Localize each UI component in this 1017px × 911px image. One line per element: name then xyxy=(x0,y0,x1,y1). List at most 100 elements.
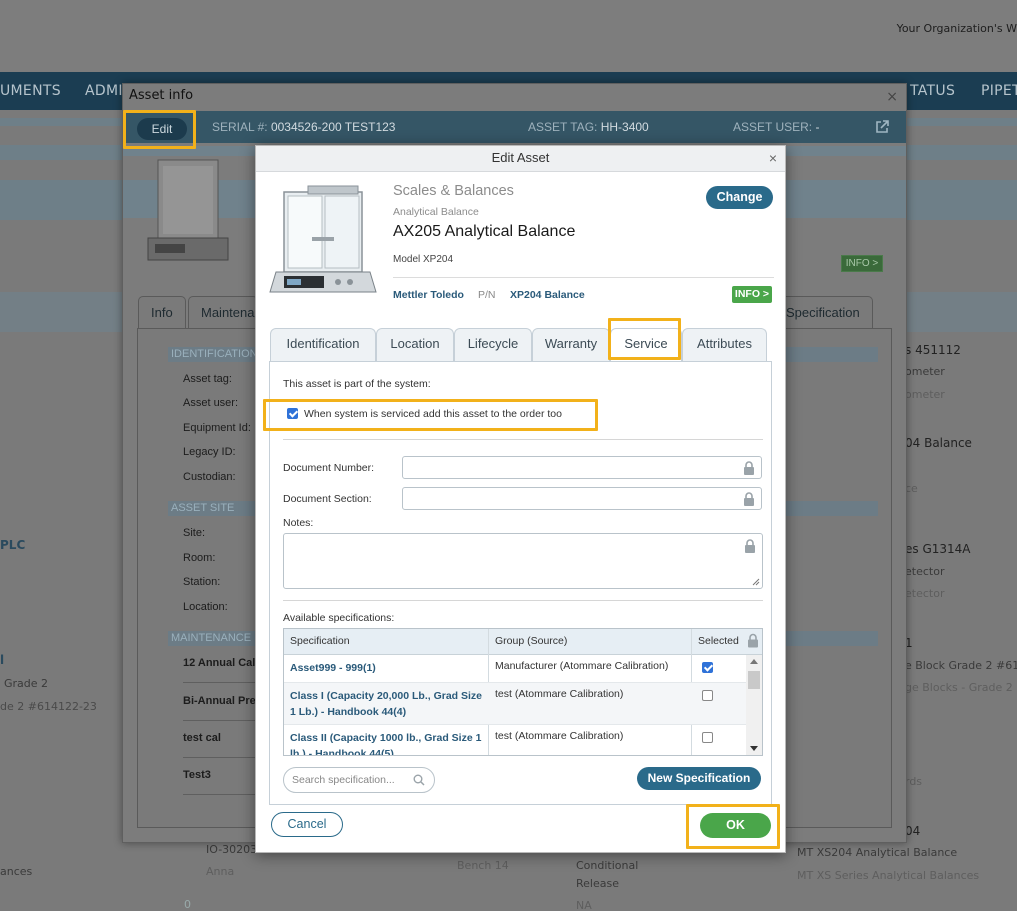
section-header-right xyxy=(786,501,878,516)
document-section-input[interactable] xyxy=(402,487,762,510)
bg-right-text: MT XS204 Analytical Balance xyxy=(797,846,958,859)
divider xyxy=(393,277,774,278)
asset-field-label: Equipment Id: xyxy=(183,422,251,434)
tab-info[interactable]: Info xyxy=(138,296,186,329)
section-header-right xyxy=(786,347,878,362)
asset-field-label: Site: xyxy=(183,527,206,539)
asset-tag: ASSET TAG: HH-3400 xyxy=(528,120,649,134)
resize-handle-icon[interactable] xyxy=(752,578,760,586)
cancel-button[interactable]: Cancel xyxy=(271,812,343,837)
bg-right-text: MT XS Series Analytical Balances xyxy=(797,869,980,882)
search-specification-input[interactable]: Search specification... xyxy=(283,767,435,793)
bg-right-text: ometer xyxy=(905,388,945,401)
dialog-title: Edit Asset × xyxy=(256,146,785,172)
section-identification: IDENTIFICATION xyxy=(168,347,268,362)
service-order-checkbox[interactable] xyxy=(287,408,298,419)
edit-asset-dialog: Edit Asset × Scales & Balances Analytica… xyxy=(255,145,786,853)
bg-right-text: rds xyxy=(905,775,923,788)
bg-left-text: Grade 2 xyxy=(4,677,49,690)
table-row[interactable]: Class I (Capacity 20,000 Lb., Grad Size … xyxy=(284,683,746,725)
manufacturer-link[interactable]: Mettler Toledo xyxy=(393,289,464,301)
specification-name[interactable]: Asset999 - 999(1) xyxy=(290,660,486,676)
product-name: AX205 Analytical Balance xyxy=(393,223,576,240)
document-section-label: Document Section: xyxy=(283,493,372,505)
notes-textarea[interactable] xyxy=(283,533,763,589)
asset-field-label: Legacy ID: xyxy=(183,446,236,458)
ok-button[interactable]: OK xyxy=(700,813,771,838)
bg-right-text: etector xyxy=(905,587,945,600)
column-header-group[interactable]: Group (Source) xyxy=(495,635,567,647)
bg-right-text: es G1314A xyxy=(905,542,971,556)
specification-selected-checkbox[interactable] xyxy=(702,690,713,701)
nav-item-pipettes[interactable]: PIPET xyxy=(981,83,1017,99)
specification-selected-checkbox[interactable] xyxy=(702,662,713,673)
info-button[interactable]: INFO > xyxy=(732,286,772,303)
bg-right-text: 04 Balance xyxy=(905,436,972,450)
service-order-checkbox-label: When system is serviced add this asset t… xyxy=(304,408,562,420)
bg-right-text: e Block Grade 2 #61412 xyxy=(905,659,1017,672)
nav-item-documents[interactable]: UMENTS xyxy=(0,83,61,99)
specification-group: test (Atommare Calibration) xyxy=(495,730,624,742)
specification-selected-checkbox[interactable] xyxy=(702,732,713,743)
tab-identification[interactable]: Identification xyxy=(270,328,376,362)
scroll-down-icon[interactable] xyxy=(750,746,758,751)
asset-user: ASSET USER: - xyxy=(733,120,820,134)
column-header-specification[interactable]: Specification xyxy=(290,635,350,647)
tab-location[interactable]: Location xyxy=(376,328,454,362)
new-specification-button[interactable]: New Specification xyxy=(637,767,761,790)
section-header-right xyxy=(786,631,878,646)
product-subcategory: Analytical Balance xyxy=(393,206,479,218)
page-header: Your Organization's W xyxy=(0,0,1017,72)
close-icon[interactable]: × xyxy=(886,89,898,105)
nav-item-status[interactable]: TATUS xyxy=(910,83,955,99)
tab-lifecycle[interactable]: Lifecycle xyxy=(454,328,532,362)
table-row[interactable]: Class II (Capacity 1000 lb., Grad Size 1… xyxy=(284,725,746,755)
service-order-checkbox-row[interactable]: When system is serviced add this asset t… xyxy=(287,408,562,420)
dialog-title-text: Edit Asset xyxy=(491,150,550,165)
bg-left-text: de 2 #614122-23 xyxy=(0,700,97,713)
service-panel: This asset is part of the system: When s… xyxy=(269,361,772,805)
product-category: Scales & Balances xyxy=(393,183,514,199)
asset-field-label: Asset tag: xyxy=(183,373,232,385)
section-asset-site: ASSET SITE xyxy=(168,501,268,516)
tab-specification[interactable]: Specification xyxy=(773,296,873,329)
tab-service[interactable]: Service xyxy=(610,328,682,363)
product-model: Model XP204 xyxy=(393,254,454,265)
tab-maintenance[interactable]: Maintena xyxy=(188,296,258,329)
specification-name[interactable]: Class II (Capacity 1000 lb., Grad Size 1… xyxy=(290,730,486,755)
bg-bottom-text: NA xyxy=(576,899,592,911)
nav-item-admin[interactable]: ADMI xyxy=(85,83,123,99)
change-button[interactable]: Change xyxy=(706,186,773,209)
maintenance-item[interactable]: Test3 xyxy=(183,769,211,781)
divider xyxy=(283,600,763,601)
search-icon xyxy=(413,774,425,786)
asset-info-badge[interactable]: INFO > xyxy=(841,255,883,272)
column-header-selected[interactable]: Selected xyxy=(698,635,739,647)
section-maintenance: MAINTENANCE xyxy=(168,631,268,646)
edit-button[interactable]: Edit xyxy=(137,118,187,140)
document-number-input[interactable] xyxy=(402,456,762,479)
asset-field-label: Room: xyxy=(183,552,216,564)
tab-warranty[interactable]: Warranty xyxy=(532,328,610,362)
bg-left-text: PLC xyxy=(0,538,26,552)
table-row[interactable]: Asset999 - 999(1) Manufacturer (Atommare… xyxy=(284,655,746,683)
part-number-link[interactable]: XP204 Balance xyxy=(510,289,585,301)
product-image xyxy=(269,185,377,293)
system-membership-text: This asset is part of the system: xyxy=(283,378,431,390)
lock-icon xyxy=(744,492,754,506)
bg-bottom-text: Bench 14 xyxy=(457,859,509,872)
close-icon[interactable]: × xyxy=(769,151,777,165)
external-link-icon[interactable] xyxy=(874,119,890,135)
available-specifications-label: Available specifications: xyxy=(283,612,395,624)
tab-attributes[interactable]: Attributes xyxy=(682,328,767,362)
serial-number: SERIAL #: 0034526-200 TEST123 xyxy=(212,120,396,134)
scrollbar-thumb[interactable] xyxy=(748,671,760,689)
bg-bottom-text: Conditional xyxy=(576,859,639,872)
maintenance-item[interactable]: test cal xyxy=(183,732,221,744)
asset-info-title: Asset info xyxy=(129,88,194,103)
asset-field-label: Custodian: xyxy=(183,471,236,483)
scroll-up-icon[interactable] xyxy=(750,659,758,664)
specification-name[interactable]: Class I (Capacity 20,000 Lb., Grad Size … xyxy=(290,688,486,720)
table-scrollbar[interactable] xyxy=(746,655,762,755)
bg-right-text: ge Blocks - Grade 2 xyxy=(905,681,1013,694)
